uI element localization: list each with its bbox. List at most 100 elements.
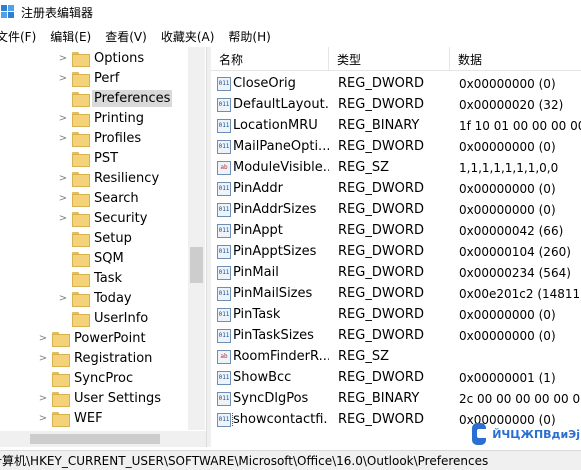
expand-chevron-icon[interactable]: > — [38, 393, 48, 404]
menu-view[interactable]: 查看(V) — [105, 28, 147, 45]
tree-item-label: Setup — [94, 230, 132, 246]
folder-icon — [72, 91, 90, 107]
folder-icon — [72, 291, 90, 307]
table-row[interactable]: PinTaskSizes REG_DWORD 0x00000000 (0) — [211, 325, 581, 346]
tree-hscroll-thumb[interactable] — [30, 434, 160, 444]
expand-chevron-icon[interactable]: > — [58, 213, 68, 224]
tree-item-registration[interactable]: > Registration — [38, 348, 154, 368]
table-row[interactable]: DefaultLayout... REG_DWORD 0x00000020 (32) — [211, 94, 581, 115]
tree-item-security[interactable]: > Security — [58, 208, 149, 228]
value-name-cell: PinMailSizes — [211, 286, 329, 301]
table-row[interactable]: PinMail REG_DWORD 0x00000234 (564) — [211, 262, 581, 283]
tree-item-resiliency[interactable]: > Resiliency — [58, 168, 161, 188]
value-name: PinAddr — [233, 181, 283, 196]
tree-item-task[interactable]: Task — [58, 268, 124, 288]
tree-item-options[interactable]: > Options — [58, 48, 146, 68]
tree-item-search[interactable]: > Search — [58, 188, 141, 208]
folder-icon — [52, 371, 70, 387]
table-row[interactable]: ModuleVisible... REG_SZ 1,1,1,1,1,1,1,0,0 — [211, 157, 581, 178]
tree-item-printing[interactable]: > Printing — [58, 108, 146, 128]
tree-item-user-settings[interactable]: > User Settings — [38, 388, 163, 408]
folder-icon — [72, 211, 90, 227]
value-data: 0x00000001 (1) — [459, 370, 556, 385]
folder-icon — [72, 131, 90, 147]
tree-item-label: Profiles — [94, 130, 142, 146]
binary-value-icon — [217, 265, 231, 280]
string-value-icon — [217, 349, 231, 364]
expand-chevron-icon[interactable]: > — [38, 413, 48, 424]
binary-value-icon — [217, 412, 231, 427]
expand-chevron-icon[interactable]: > — [58, 73, 68, 84]
value-type: REG_DWORD — [338, 202, 424, 217]
value-type: REG_BINARY — [338, 391, 420, 406]
tree-horizontal-scrollbar[interactable] — [0, 431, 206, 447]
folder-icon — [52, 411, 70, 427]
column-header-name[interactable]: 名称 — [211, 47, 329, 71]
value-name-cell: PinTask — [211, 307, 329, 322]
table-row[interactable]: RoomFinderR... REG_SZ — [211, 346, 581, 367]
value-data: 0x00000000 (0) — [459, 307, 556, 322]
folder-icon — [72, 271, 90, 287]
table-row[interactable]: PinAppt REG_DWORD 0x00000042 (66) — [211, 220, 581, 241]
binary-value-icon — [217, 370, 231, 385]
tree-item-label: Task — [94, 270, 123, 286]
tree-item-profiles[interactable]: > Profiles — [58, 128, 143, 148]
value-data: 1f 10 01 00 00 00 00 00 — [459, 118, 581, 133]
table-row[interactable]: PinTask REG_DWORD 0x00000000 (0) — [211, 304, 581, 325]
expand-chevron-icon[interactable]: > — [58, 293, 68, 304]
tree-item-pst[interactable]: PST — [58, 148, 120, 168]
tree-item-preferences[interactable]: Preferences — [58, 88, 173, 108]
registry-key-tree[interactable]: > Options > Perf Preferences > Printing > Profil… — [0, 47, 206, 430]
tree-item-perf[interactable]: > Perf — [58, 68, 121, 88]
expand-chevron-icon[interactable]: > — [58, 113, 68, 124]
status-path: 计算机\HKEY_CURRENT_USER\SOFTWARE\Microsoft… — [0, 454, 489, 468]
table-row[interactable]: PinAddr REG_DWORD 0x00000000 (0) — [211, 178, 581, 199]
menu-favorites[interactable]: 收藏夹(A) — [161, 28, 215, 45]
tree-item-label: Preferences — [92, 89, 173, 107]
tree-item-wef[interactable]: > WEF — [38, 408, 105, 428]
tree-vertical-scrollbar[interactable] — [188, 47, 205, 430]
value-type: REG_DWORD — [338, 412, 424, 427]
expand-chevron-icon[interactable]: > — [38, 353, 48, 364]
expand-chevron-icon[interactable]: > — [58, 133, 68, 144]
table-row[interactable]: MailPaneOpti... REG_DWORD 0x00000000 (0) — [211, 136, 581, 157]
tree-item-syncproc[interactable]: SyncProc — [38, 368, 135, 388]
table-row[interactable]: CloseOrig REG_DWORD 0x00000000 (0) — [211, 73, 581, 94]
value-data: 0x00000234 (564) — [459, 265, 571, 280]
menu-help[interactable]: 帮助(H) — [228, 28, 270, 45]
table-row[interactable]: LocationMRU REG_BINARY 1f 10 01 00 00 00 0… — [211, 115, 581, 136]
value-name-cell: CloseOrig — [211, 76, 329, 91]
registry-editor-icon — [1, 5, 15, 19]
table-row[interactable]: ShowBcc REG_DWORD 0x00000001 (1) — [211, 367, 581, 388]
tree-item-label: SQM — [94, 250, 124, 266]
tree-item-userinfo[interactable]: UserInfo — [58, 308, 150, 328]
value-name-cell: ShowBcc — [211, 370, 329, 385]
value-name-cell: DefaultLayout... — [211, 97, 329, 112]
value-name-cell: ModuleVisible... — [211, 160, 329, 175]
menu-edit[interactable]: 编辑(E) — [50, 28, 91, 45]
table-row[interactable]: PinApptSizes REG_DWORD 0x00000104 (260) — [211, 241, 581, 262]
value-type: REG_DWORD — [338, 265, 424, 280]
tree-item-label: Today — [94, 290, 132, 306]
tree-item-sqm[interactable]: SQM — [58, 248, 126, 268]
table-row[interactable]: PinAddrSizes REG_DWORD 0x00000000 (0) — [211, 199, 581, 220]
value-name-cell: LocationMRU — [211, 118, 329, 133]
table-row[interactable]: PinMailSizes REG_DWORD 0x00e201c2 (1481158 — [211, 283, 581, 304]
value-name-cell: showcontactfi... — [211, 412, 329, 427]
table-row[interactable]: SyncDlgPos REG_BINARY 2c 00 00 00 00 00 00… — [211, 388, 581, 409]
column-header-type[interactable]: 类型 — [329, 47, 450, 71]
expand-chevron-icon[interactable]: > — [58, 173, 68, 184]
value-name: ShowBcc — [233, 370, 292, 385]
value-type: REG_DWORD — [338, 286, 424, 301]
column-header-data[interactable]: 数据 — [450, 47, 581, 71]
expand-chevron-icon[interactable]: > — [58, 53, 68, 64]
tree-item-setup[interactable]: Setup — [58, 228, 134, 248]
tree-item-today[interactable]: > Today — [58, 288, 134, 308]
tree-scroll-thumb[interactable] — [190, 247, 203, 283]
value-data: 0x00000000 (0) — [459, 139, 556, 154]
expand-chevron-icon[interactable]: > — [58, 193, 68, 204]
tree-item-powerpoint[interactable]: > PowerPoint — [38, 328, 148, 348]
expand-chevron-icon[interactable]: > — [38, 333, 48, 344]
menu-file[interactable]: 文件(F) — [0, 28, 36, 45]
tree-item-label: Search — [94, 190, 139, 206]
